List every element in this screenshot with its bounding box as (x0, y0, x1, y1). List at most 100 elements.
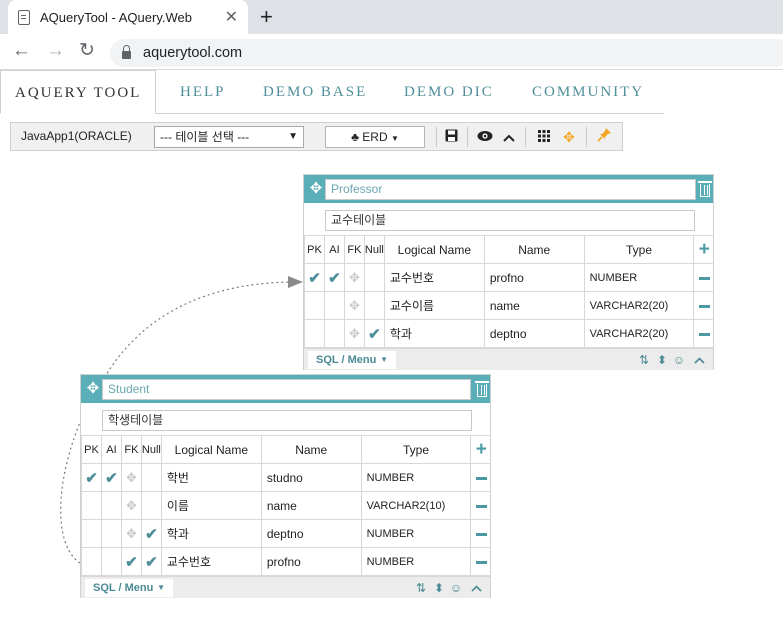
tab-demo-base[interactable]: DEMO BASE (263, 70, 367, 114)
table-row[interactable]: ✥ 이름 name VARCHAR2(10) (81, 491, 491, 520)
null-checkbox[interactable] (140, 491, 162, 520)
name-cell[interactable]: profno (483, 263, 585, 292)
name-cell[interactable]: name (483, 291, 585, 320)
trash-icon[interactable] (474, 379, 490, 399)
type-cell[interactable]: NUMBER (360, 547, 472, 576)
remove-column-button[interactable] (470, 519, 491, 548)
table-name-input[interactable]: Professor (325, 179, 696, 200)
remove-column-button[interactable] (693, 263, 714, 292)
sort-icon[interactable]: ⇅ (636, 351, 652, 369)
table-comment-input[interactable]: 학생테이블 (102, 410, 472, 431)
grid-icon[interactable] (535, 127, 553, 147)
null-checkbox[interactable] (363, 291, 385, 320)
name-cell[interactable]: studno (260, 463, 362, 492)
type-cell[interactable]: VARCHAR2(20) (583, 291, 695, 320)
sort-arrows-icon[interactable]: ⬍ (431, 579, 447, 597)
ai-checkbox[interactable] (100, 547, 122, 576)
null-checkbox[interactable] (140, 463, 162, 492)
chevron-up-icon[interactable] (468, 579, 484, 597)
eye-icon[interactable] (476, 127, 494, 147)
sql-menu-button[interactable]: SQL / Menu ▼ (85, 579, 173, 597)
trash-icon[interactable] (697, 179, 713, 199)
fk-cell[interactable]: ✥ (120, 519, 142, 548)
tab-demo-dic[interactable]: DEMO DIC (404, 70, 494, 114)
pk-checkbox[interactable] (304, 291, 325, 320)
erd-menu-button[interactable]: ♣ ERD ▼ (325, 126, 425, 148)
ai-checkbox[interactable] (100, 519, 122, 548)
remove-column-button[interactable] (470, 547, 491, 576)
table-row[interactable]: ✔ ✔ ✥ 교수번호 profno NUMBER (304, 263, 714, 292)
fk-cell[interactable]: ✥ (343, 291, 365, 320)
name-cell[interactable]: profno (260, 547, 362, 576)
ai-checkbox[interactable] (323, 319, 345, 348)
table-row[interactable]: ✥ 교수이름 name VARCHAR2(20) (304, 291, 714, 320)
forward-icon[interactable]: → (46, 40, 65, 62)
table-row[interactable]: ✥ ✔ 학과 deptno NUMBER (81, 519, 491, 548)
tab-help[interactable]: HELP (180, 70, 226, 114)
remove-column-button[interactable] (470, 463, 491, 492)
pin-icon[interactable] (595, 127, 613, 147)
pk-checkbox[interactable]: ✔ (304, 263, 325, 292)
logical-name-cell[interactable]: 교수이름 (383, 291, 485, 320)
fk-cell[interactable]: ✥ (120, 463, 142, 492)
student-table[interactable]: ✥ Student 학생테이블 PK AI FK Null Logical Na… (80, 374, 491, 598)
add-column-button[interactable]: + (470, 435, 491, 464)
ai-checkbox[interactable]: ✔ (323, 263, 345, 292)
browser-tab[interactable]: AQueryTool - AQuery.Web ✕ (8, 0, 248, 34)
type-cell[interactable]: NUMBER (583, 263, 695, 292)
comment-icon[interactable]: ☺ (671, 351, 687, 369)
back-icon[interactable]: ← (12, 40, 31, 62)
logical-name-cell[interactable]: 학과 (160, 519, 262, 548)
ai-checkbox[interactable] (323, 291, 345, 320)
name-cell[interactable]: deptno (260, 519, 362, 548)
remove-column-button[interactable] (693, 291, 714, 320)
sort-arrows-icon[interactable]: ⬍ (654, 351, 670, 369)
drag-handle-icon[interactable]: ✥ (307, 179, 325, 199)
logical-name-cell[interactable]: 이름 (160, 491, 262, 520)
logical-name-cell[interactable]: 교수번호 (383, 263, 485, 292)
type-cell[interactable]: NUMBER (360, 519, 472, 548)
logical-name-cell[interactable]: 학과 (383, 319, 485, 348)
chevron-up-icon[interactable] (691, 351, 707, 369)
table-name-input[interactable]: Student (102, 379, 471, 400)
move-icon[interactable]: ✥ (560, 127, 578, 147)
fk-checkbox[interactable]: ✔ (120, 547, 142, 576)
table-row[interactable]: ✥ ✔ 학과 deptno VARCHAR2(20) (304, 319, 714, 348)
ai-checkbox[interactable]: ✔ (100, 463, 122, 492)
table-select[interactable]: --- 테이블 선택 --- ▼ (154, 126, 304, 148)
connection-label[interactable]: JavaApp1(ORACLE) (21, 123, 132, 150)
null-checkbox[interactable]: ✔ (140, 519, 162, 548)
new-tab-button[interactable]: + (260, 4, 273, 30)
type-cell[interactable]: VARCHAR2(10) (360, 491, 472, 520)
remove-column-button[interactable] (470, 491, 491, 520)
drag-handle-icon[interactable]: ✥ (84, 379, 102, 399)
type-cell[interactable]: NUMBER (360, 463, 472, 492)
ai-checkbox[interactable] (100, 491, 122, 520)
sort-icon[interactable]: ⇅ (413, 579, 429, 597)
pk-checkbox[interactable] (81, 547, 102, 576)
close-tab-icon[interactable]: ✕ (225, 7, 238, 27)
sql-menu-button[interactable]: SQL / Menu ▼ (308, 351, 396, 369)
null-checkbox[interactable] (363, 263, 385, 292)
logical-name-cell[interactable]: 교수번호 (160, 547, 262, 576)
type-cell[interactable]: VARCHAR2(20) (583, 319, 695, 348)
fk-cell[interactable]: ✥ (343, 319, 365, 348)
chevron-up-icon[interactable] (500, 127, 518, 147)
pk-checkbox[interactable] (304, 319, 325, 348)
tab-aquery-tool[interactable]: AQUERY TOOL (0, 70, 157, 114)
table-row[interactable]: ✔ ✔ 교수번호 profno NUMBER (81, 547, 491, 576)
add-column-button[interactable]: + (693, 235, 714, 264)
fk-cell[interactable]: ✥ (343, 263, 365, 292)
null-checkbox[interactable]: ✔ (363, 319, 385, 348)
save-icon[interactable] (442, 127, 460, 147)
name-cell[interactable]: deptno (483, 319, 585, 348)
reload-icon[interactable]: ↻ (79, 40, 95, 62)
remove-column-button[interactable] (693, 319, 714, 348)
name-cell[interactable]: name (260, 491, 362, 520)
professor-table[interactable]: ✥ Professor 교수테이블 PK AI FK Null Logical … (303, 174, 714, 370)
pk-checkbox[interactable]: ✔ (81, 463, 102, 492)
fk-cell[interactable]: ✥ (120, 491, 142, 520)
comment-icon[interactable]: ☺ (448, 579, 464, 597)
null-checkbox[interactable]: ✔ (140, 547, 162, 576)
tab-community[interactable]: COMMUNITY (532, 70, 644, 114)
